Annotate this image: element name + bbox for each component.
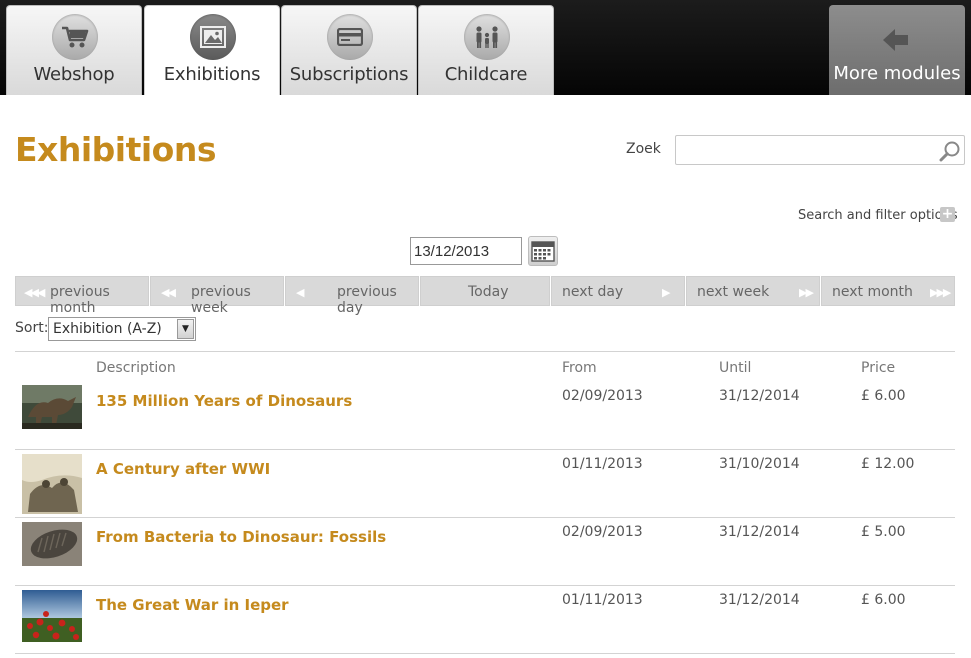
family-icon <box>464 14 510 60</box>
tab-label: Subscriptions <box>289 64 409 85</box>
fast-forward-icon: ▶▶▶ <box>930 286 951 299</box>
divider <box>15 517 955 518</box>
next-month-button[interactable]: next month ▶▶▶ <box>821 276 955 306</box>
next-day-button[interactable]: next day ▶ <box>551 276 685 306</box>
poppies-thumbnail[interactable] <box>22 590 82 642</box>
fossil-thumbnail[interactable] <box>22 522 82 566</box>
tab-label: Childcare <box>444 64 528 85</box>
arrow-left-icon <box>881 27 911 57</box>
dinosaur-thumbnail[interactable] <box>22 385 82 429</box>
next-week-button[interactable]: next week ▶▶ <box>686 276 820 306</box>
price: £ 5.00 <box>861 524 906 540</box>
previous-week-button[interactable]: ◀◀ previous week <box>150 276 284 316</box>
until-date: 31/12/2014 <box>719 524 800 540</box>
cart-icon <box>52 14 98 60</box>
search-filter-options-link[interactable]: Search and filter options <box>798 208 958 223</box>
from-date: 01/11/2013 <box>562 456 643 472</box>
until-date: 31/12/2014 <box>719 388 800 404</box>
left-arrow-icon: ◀ <box>296 286 305 299</box>
search-label: Zoek <box>626 141 661 157</box>
price: £ 12.00 <box>861 456 915 472</box>
until-date: 31/12/2014 <box>719 592 800 608</box>
double-right-icon: ▶▶ <box>799 286 814 299</box>
tab-subscriptions[interactable]: Subscriptions <box>281 5 417 95</box>
from-date: 02/09/2013 <box>562 388 643 404</box>
page-title: Exhibitions <box>15 130 216 169</box>
more-modules-button[interactable]: More modules <box>829 5 965 95</box>
tab-label: Webshop <box>33 64 115 85</box>
until-date: 31/10/2014 <box>719 456 800 472</box>
tab-label: Exhibitions <box>163 64 261 85</box>
tab-exhibitions[interactable]: Exhibitions <box>144 5 280 95</box>
plus-icon[interactable]: + <box>940 207 955 222</box>
double-left-icon: ◀◀ <box>161 286 176 299</box>
search-icon[interactable] <box>939 140 961 166</box>
rewind-icon: ◀◀◀ <box>24 286 45 299</box>
divider <box>15 351 955 352</box>
calendar-icon[interactable] <box>528 236 558 266</box>
exhibition-link[interactable]: From Bacteria to Dinosaur: Fossils <box>96 528 386 546</box>
exhibition-link[interactable]: 135 Million Years of Dinosaurs <box>96 392 352 410</box>
exhibition-link[interactable]: The Great War in Ieper <box>96 596 289 614</box>
from-date: 01/11/2013 <box>562 592 643 608</box>
date-field[interactable] <box>410 237 522 265</box>
chevron-down-icon: ▼ <box>177 319 194 339</box>
tab-webshop[interactable]: Webshop <box>6 5 142 95</box>
column-header-description: Description <box>96 360 176 376</box>
price: £ 6.00 <box>861 592 906 608</box>
right-arrow-icon: ▶ <box>662 286 671 299</box>
picture-icon <box>190 14 236 60</box>
price: £ 6.00 <box>861 388 906 404</box>
exhibition-link[interactable]: A Century after WWI <box>96 460 270 478</box>
tab-childcare[interactable]: Childcare <box>418 5 554 95</box>
sort-value: Exhibition (A-Z) <box>53 321 162 337</box>
more-modules-label: More modules <box>833 63 961 84</box>
card-icon <box>327 14 373 60</box>
column-header-until: Until <box>719 360 752 376</box>
module-bar: Webshop Exhibitions Subscriptions Childc… <box>0 0 971 95</box>
search-input[interactable] <box>675 135 965 165</box>
divider <box>15 449 955 450</box>
from-date: 02/09/2013 <box>562 524 643 540</box>
today-button[interactable]: Today <box>420 276 550 306</box>
column-header-from: From <box>562 360 597 376</box>
divider <box>15 585 955 586</box>
wwi-thumbnail[interactable] <box>22 454 82 514</box>
previous-day-button[interactable]: ◀ previous day <box>285 276 419 316</box>
sort-select[interactable]: Exhibition (A-Z) ▼ <box>48 317 196 341</box>
divider <box>15 653 955 654</box>
column-header-price: Price <box>861 360 896 376</box>
sort-label: Sort: <box>15 320 49 336</box>
previous-month-button[interactable]: ◀◀◀ previous month <box>15 276 149 316</box>
